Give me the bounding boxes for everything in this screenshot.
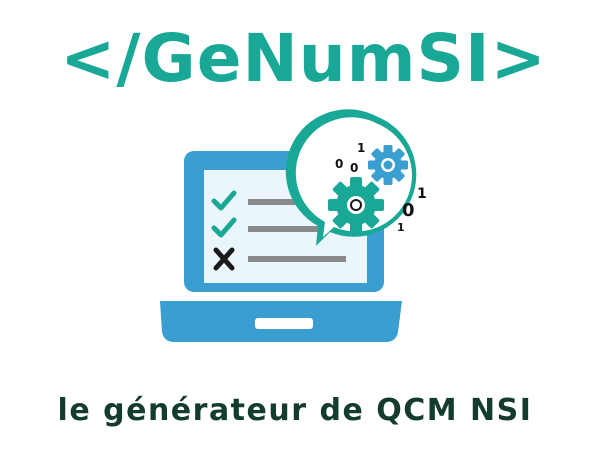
list-line xyxy=(248,226,318,232)
binary-digit: 0 xyxy=(335,157,343,171)
binary-digit: 1 xyxy=(357,141,365,155)
tagline: le générateur de QCM NSI xyxy=(57,393,533,428)
binary-digit: 0 xyxy=(350,161,358,175)
binary-digit: 0 xyxy=(402,200,415,221)
laptop-trackpad-notch xyxy=(255,318,313,329)
list-line xyxy=(248,256,346,262)
gear-icon xyxy=(368,145,408,185)
binary-digit: 1 xyxy=(397,221,405,234)
gear-icon xyxy=(328,177,384,233)
binary-digit: 1 xyxy=(417,186,427,202)
